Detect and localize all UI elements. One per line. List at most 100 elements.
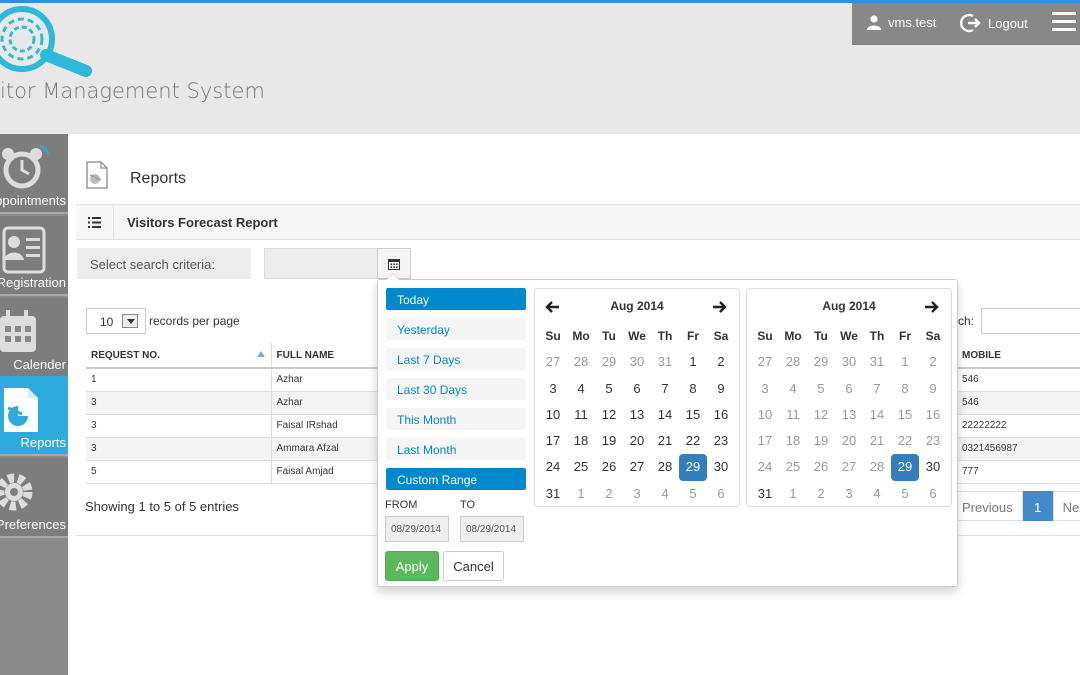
calendar-day[interactable]: 6 xyxy=(919,481,947,507)
calendar-day[interactable]: 10 xyxy=(539,402,567,428)
calendar-day[interactable]: 12 xyxy=(595,402,623,428)
calendar-day[interactable]: 26 xyxy=(807,454,835,480)
calendar-day[interactable]: 22 xyxy=(679,428,707,454)
calendar-day[interactable]: 1 xyxy=(679,349,707,375)
calendar-day[interactable]: 17 xyxy=(751,428,779,454)
calendar-day[interactable]: 9 xyxy=(919,376,947,402)
calendar-day[interactable]: 24 xyxy=(751,454,779,480)
calendar-day[interactable]: 26 xyxy=(595,454,623,480)
column-header-mobile[interactable]: MOBILE xyxy=(957,343,1080,369)
calendar-day[interactable]: 23 xyxy=(707,428,735,454)
hamburger-menu-icon[interactable] xyxy=(1052,12,1076,34)
calendar-day[interactable]: 27 xyxy=(539,349,567,375)
calendar-day[interactable]: 31 xyxy=(539,481,567,507)
calendar-day[interactable]: 4 xyxy=(863,481,891,507)
calendar-day[interactable]: 2 xyxy=(595,481,623,507)
calendar-day[interactable]: 30 xyxy=(835,349,863,375)
calendar-day[interactable]: 28 xyxy=(651,454,679,480)
arrow-right-icon[interactable] xyxy=(921,298,941,316)
calendar-day[interactable]: 2 xyxy=(807,481,835,507)
calendar-day[interactable]: 5 xyxy=(891,481,919,507)
sidebar-item-calender[interactable]: Calender xyxy=(0,298,68,378)
calendar-day[interactable]: 28 xyxy=(779,349,807,375)
cancel-button[interactable]: Cancel xyxy=(443,551,504,581)
calendar-day[interactable]: 7 xyxy=(651,376,679,402)
calendar-day[interactable]: 18 xyxy=(779,428,807,454)
calendar-day[interactable]: 2 xyxy=(707,349,735,375)
search-input[interactable] xyxy=(981,308,1080,334)
calendar-day[interactable]: 30 xyxy=(623,349,651,375)
calendar-day[interactable]: 31 xyxy=(751,481,779,507)
calendar-day[interactable]: 22 xyxy=(891,428,919,454)
calendar-day[interactable]: 4 xyxy=(567,376,595,402)
calendar-day[interactable]: 20 xyxy=(835,428,863,454)
calendar-day[interactable]: 21 xyxy=(651,428,679,454)
calendar-day[interactable]: 6 xyxy=(707,481,735,507)
calendar-day[interactable]: 25 xyxy=(779,454,807,480)
calendar-day[interactable]: 12 xyxy=(807,402,835,428)
records-per-page-select[interactable]: 10 xyxy=(86,308,146,334)
range-last-month[interactable]: Last Month xyxy=(386,438,526,460)
range-last-30-days[interactable]: Last 30 Days xyxy=(386,378,526,400)
calendar-day[interactable]: 2 xyxy=(919,349,947,375)
calendar-day[interactable]: 27 xyxy=(835,454,863,480)
calendar-day[interactable]: 29 xyxy=(595,349,623,375)
apply-button[interactable]: Apply xyxy=(385,551,439,581)
calendar-day[interactable]: 3 xyxy=(539,376,567,402)
calendar-day[interactable]: 25 xyxy=(567,454,595,480)
sidebar-item-registration[interactable]: Registration xyxy=(0,216,68,296)
calendar-day[interactable]: 11 xyxy=(567,402,595,428)
calendar-day[interactable]: 10 xyxy=(751,402,779,428)
calendar-day[interactable]: 5 xyxy=(595,376,623,402)
calendar-day[interactable]: 14 xyxy=(863,402,891,428)
calendar-day[interactable]: 4 xyxy=(651,481,679,507)
sidebar-item-appointments[interactable]: Appointments xyxy=(0,134,68,214)
calendar-day-selected[interactable]: 29 xyxy=(679,454,707,481)
calendar-day[interactable]: 29 xyxy=(807,349,835,375)
calendar-day[interactable]: 9 xyxy=(707,376,735,402)
calendar-day[interactable]: 1 xyxy=(779,481,807,507)
pagination-previous[interactable]: Previous xyxy=(952,491,1023,521)
sidebar-item-preferences[interactable]: Preferences xyxy=(0,458,68,538)
calendar-day[interactable]: 31 xyxy=(863,349,891,375)
calendar-day[interactable]: 16 xyxy=(707,402,735,428)
sidebar-item-reports[interactable]: Reports xyxy=(0,376,68,456)
pagination-next[interactable]: Next xyxy=(1052,491,1080,521)
date-range-input[interactable] xyxy=(264,248,378,279)
calendar-day[interactable]: 13 xyxy=(835,402,863,428)
calendar-day[interactable]: 23 xyxy=(919,428,947,454)
calendar-day[interactable]: 18 xyxy=(567,428,595,454)
column-header-request-no[interactable]: REQUEST NO. xyxy=(86,343,272,369)
calendar-day[interactable]: 5 xyxy=(679,481,707,507)
calendar-day[interactable]: 3 xyxy=(751,376,779,402)
arrow-right-icon[interactable] xyxy=(709,298,729,316)
logout-button[interactable]: Logout xyxy=(960,12,1028,34)
calendar-day[interactable]: 27 xyxy=(623,454,651,480)
calendar-day[interactable]: 20 xyxy=(623,428,651,454)
calendar-day[interactable]: 3 xyxy=(623,481,651,507)
calendar-day[interactable]: 1 xyxy=(567,481,595,507)
calendar-day[interactable]: 21 xyxy=(863,428,891,454)
calendar-day[interactable]: 28 xyxy=(863,454,891,480)
calendar-day[interactable]: 16 xyxy=(919,402,947,428)
calendar-day[interactable]: 14 xyxy=(651,402,679,428)
calendar-day[interactable]: 5 xyxy=(807,376,835,402)
calendar-day[interactable]: 6 xyxy=(623,376,651,402)
calendar-day[interactable]: 24 xyxy=(539,454,567,480)
calendar-day[interactable]: 11 xyxy=(779,402,807,428)
calendar-day[interactable]: 8 xyxy=(679,376,707,402)
range-today[interactable]: Today xyxy=(386,288,526,310)
range-this-month[interactable]: This Month xyxy=(386,408,526,430)
calendar-day[interactable]: 7 xyxy=(863,376,891,402)
calendar-day[interactable]: 17 xyxy=(539,428,567,454)
calendar-day[interactable]: 1 xyxy=(891,349,919,375)
calendar-day[interactable]: 19 xyxy=(807,428,835,454)
from-date-input[interactable]: 08/29/2014 xyxy=(385,516,449,542)
calendar-day[interactable]: 27 xyxy=(751,349,779,375)
calendar-day[interactable]: 8 xyxy=(891,376,919,402)
calendar-day[interactable]: 3 xyxy=(835,481,863,507)
calendar-day[interactable]: 30 xyxy=(707,454,735,480)
calendar-day[interactable]: 15 xyxy=(891,402,919,428)
calendar-day[interactable]: 28 xyxy=(567,349,595,375)
column-header-full-name[interactable]: FULL NAME xyxy=(271,343,378,369)
